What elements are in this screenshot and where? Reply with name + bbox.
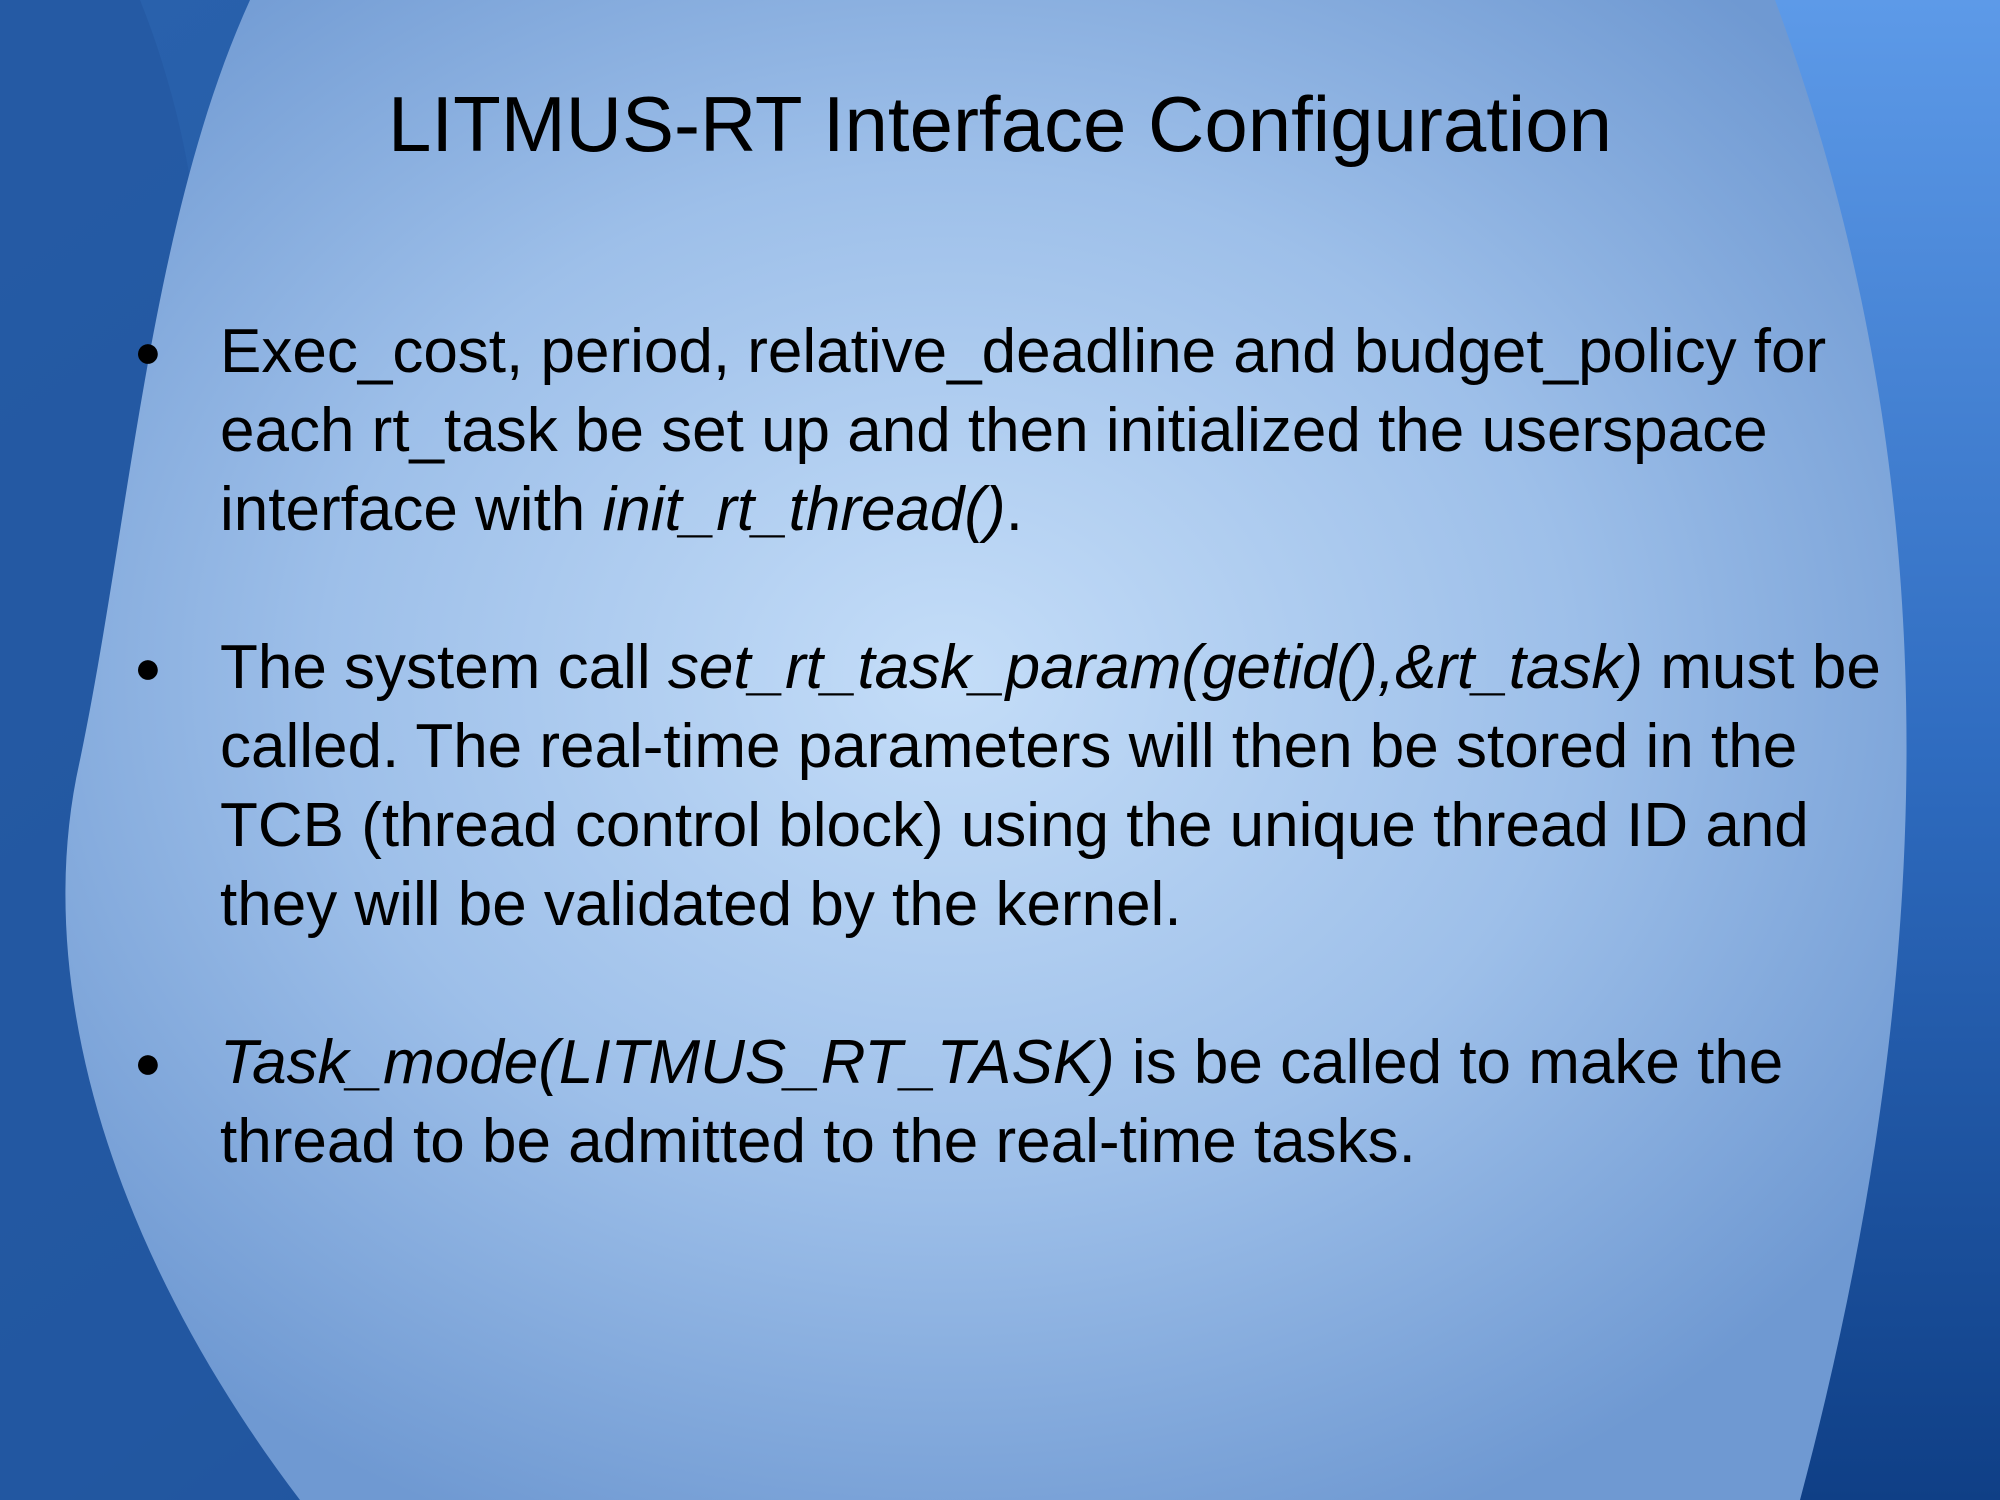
bullet-text-end: . <box>1005 475 1023 544</box>
bullet-text: The system call <box>220 633 668 702</box>
bullet-item-exec-cost: ● Exec_cost, period, relative_deadline a… <box>130 312 1910 549</box>
slide-title: LITMUS-RT Interface Configuration <box>388 80 1612 168</box>
bullet-list: ● Exec_cost, period, relative_deadline a… <box>130 312 1910 1260</box>
bullet-dot-icon: ● <box>134 641 162 693</box>
code-task-mode: Task_mode(LITMUS_RT_TASK) <box>220 1028 1115 1097</box>
bullet-item-task-mode: ● Task_mode(LITMUS_RT_TASK) is be called… <box>130 1023 1910 1181</box>
bullet-dot-icon: ● <box>134 1036 162 1088</box>
code-set-rt-task-param: set_rt_task_param(getid(),&rt_task) <box>667 633 1644 702</box>
bullet-dot-icon: ● <box>134 325 162 377</box>
bullet-item-system-call: ● The system call set_rt_task_param(geti… <box>130 628 1910 944</box>
bullet-text: Exec_cost, period, relative_deadline and… <box>220 317 1827 544</box>
code-init-rt-thread: init_rt_thread() <box>602 475 1006 544</box>
slide: LITMUS-RT Interface Configuration ● Exec… <box>0 0 2000 1500</box>
